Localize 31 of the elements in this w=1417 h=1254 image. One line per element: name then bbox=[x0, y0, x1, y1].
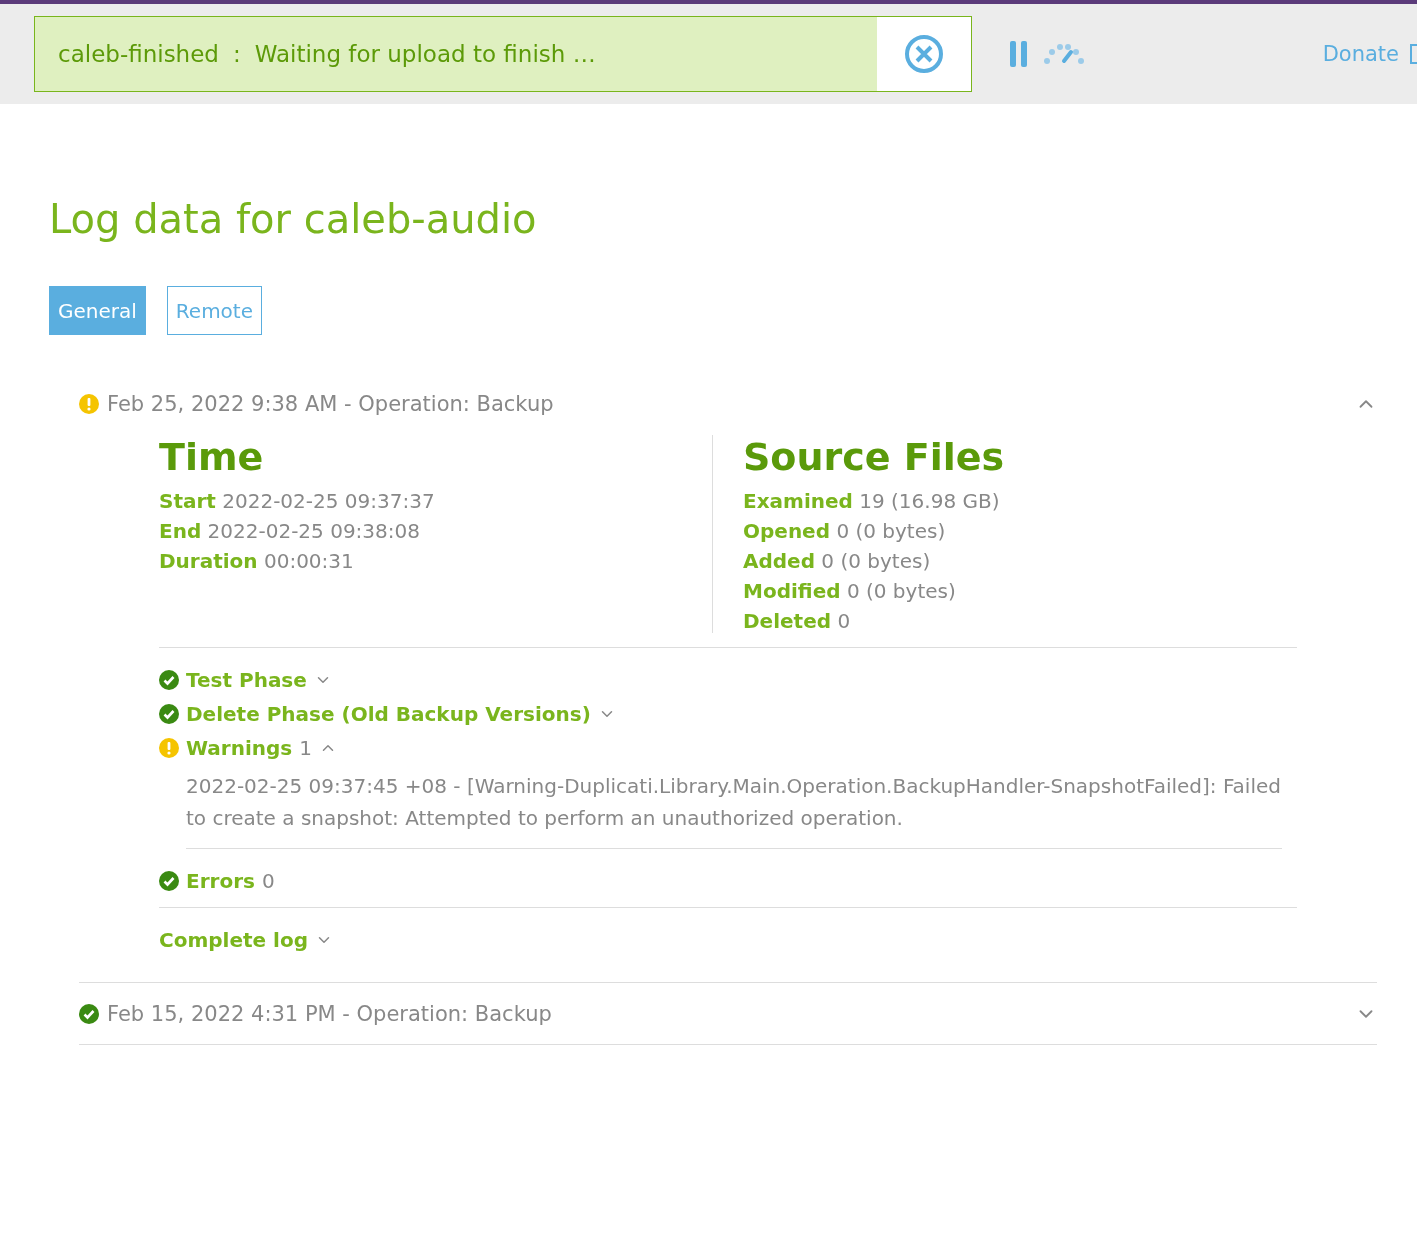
stat-line: Opened 0 (0 bytes) bbox=[743, 519, 947, 543]
donate-link[interactable]: Donate bbox=[1322, 42, 1417, 66]
close-icon[interactable] bbox=[904, 34, 944, 74]
stat-line: Examined 19 (16.98 GB) bbox=[743, 489, 1001, 513]
status-message: Waiting for upload to finish … bbox=[254, 41, 596, 67]
pause-icon[interactable] bbox=[1010, 41, 1028, 67]
phase-label[interactable]: Delete Phase (Old Backup Versions) bbox=[186, 702, 591, 726]
warning-message: 2022-02-25 09:37:45 +08 - [Warning-Duplicati.Library.Main.Operation.BackupHandler-SnapshotFailed]: Failed to create a snapshot: Attempted to perform an unauthorized operation. bbox=[186, 773, 1282, 832]
backup-name: caleb-finished bbox=[58, 41, 219, 67]
phase-label[interactable]: Test Phase bbox=[186, 668, 307, 692]
separator: : bbox=[232, 41, 241, 67]
tab[interactable]: Remote bbox=[166, 286, 262, 335]
count: 1 bbox=[299, 736, 312, 760]
log-entry-heading[interactable]: Feb 15, 2022 4:31 PM - Operation: Backup bbox=[107, 1001, 552, 1026]
stat-line: Duration 00:00:31 bbox=[159, 549, 355, 573]
count: 0 bbox=[261, 869, 275, 893]
page-title: Log data for caleb-audio bbox=[49, 196, 538, 242]
log-entry-heading[interactable]: Feb 25, 2022 9:38 AM - Operation: Backup bbox=[107, 392, 554, 416]
speedometer-icon[interactable] bbox=[1044, 44, 1084, 64]
complete-log-toggle[interactable]: Complete log bbox=[159, 928, 308, 952]
phase-label[interactable]: Errors bbox=[186, 869, 255, 893]
tab[interactable]: General bbox=[49, 286, 146, 335]
cancel-button[interactable] bbox=[877, 17, 971, 91]
stat-line: Deleted 0 bbox=[743, 609, 852, 633]
stat-line: Modified 0 (0 bytes) bbox=[743, 579, 957, 603]
stat-line: End 2022-02-25 09:38:08 bbox=[159, 519, 421, 543]
section-heading: Source Files bbox=[743, 435, 1006, 479]
section-heading: Time bbox=[159, 435, 265, 479]
stat-line: Start 2022-02-25 09:37:37 bbox=[159, 489, 436, 513]
phase-label[interactable]: Warnings bbox=[186, 736, 293, 760]
stat-line: Added 0 (0 bytes) bbox=[743, 549, 932, 573]
